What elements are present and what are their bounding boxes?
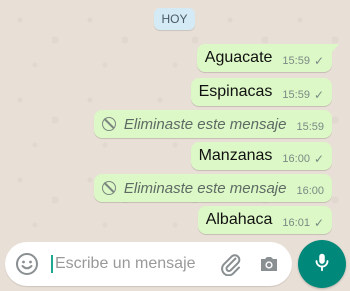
message-text: Albahaca bbox=[205, 211, 273, 228]
message-composer bbox=[5, 242, 292, 286]
sent-check-icon: ✓ bbox=[313, 216, 324, 230]
message-time: 16:00 bbox=[282, 153, 310, 165]
message-bubble[interactable]: Albahaca 16:01 ✓ bbox=[197, 206, 332, 234]
deleted-message-bubble[interactable]: Eliminaste este mensaje 15:59 bbox=[93, 110, 332, 138]
deleted-icon bbox=[101, 117, 116, 131]
message-meta: 15:59 bbox=[296, 121, 324, 133]
attach-icon[interactable] bbox=[219, 252, 243, 276]
chat-area[interactable]: HOY Aguacate 15:59 ✓ Espinacas 15:59 ✓ E… bbox=[0, 0, 350, 240]
message-time: 15:59 bbox=[282, 55, 310, 67]
message-text: Aguacate bbox=[204, 49, 273, 66]
message-meta: 15:59 ✓ bbox=[282, 89, 324, 101]
camera-icon[interactable] bbox=[257, 252, 281, 276]
message-meta: 16:00 bbox=[296, 185, 324, 197]
message-input[interactable] bbox=[51, 255, 201, 273]
message-text: Espinacas bbox=[198, 83, 273, 100]
message-meta: 15:59 ✓ bbox=[282, 55, 324, 67]
emoji-icon[interactable] bbox=[15, 252, 39, 276]
message-text: Eliminaste este mensaje bbox=[123, 115, 287, 133]
date-chip: HOY bbox=[154, 8, 195, 30]
message-bubble[interactable]: Manzanas 16:00 ✓ bbox=[190, 142, 332, 170]
sent-check-icon: ✓ bbox=[313, 88, 324, 102]
message-text: Manzanas bbox=[198, 147, 273, 164]
message-time: 16:00 bbox=[296, 185, 324, 197]
message-meta: 16:00 ✓ bbox=[282, 153, 324, 165]
message-time: 16:01 bbox=[282, 217, 310, 229]
deleted-icon bbox=[101, 181, 116, 195]
message-time: 15:59 bbox=[296, 121, 324, 133]
deleted-message-bubble[interactable]: Eliminaste este mensaje 16:00 bbox=[93, 174, 332, 202]
sent-check-icon: ✓ bbox=[313, 54, 324, 68]
message-meta: 16:01 ✓ bbox=[282, 217, 324, 229]
message-time: 15:59 bbox=[282, 89, 310, 101]
message-bubble[interactable]: Espinacas 15:59 ✓ bbox=[190, 78, 332, 106]
message-text: Eliminaste este mensaje bbox=[123, 179, 287, 197]
message-bubble[interactable]: Aguacate 15:59 ✓ bbox=[196, 44, 340, 72]
microphone-button[interactable] bbox=[298, 240, 346, 288]
sent-check-icon: ✓ bbox=[313, 152, 324, 166]
microphone-icon bbox=[311, 251, 333, 278]
